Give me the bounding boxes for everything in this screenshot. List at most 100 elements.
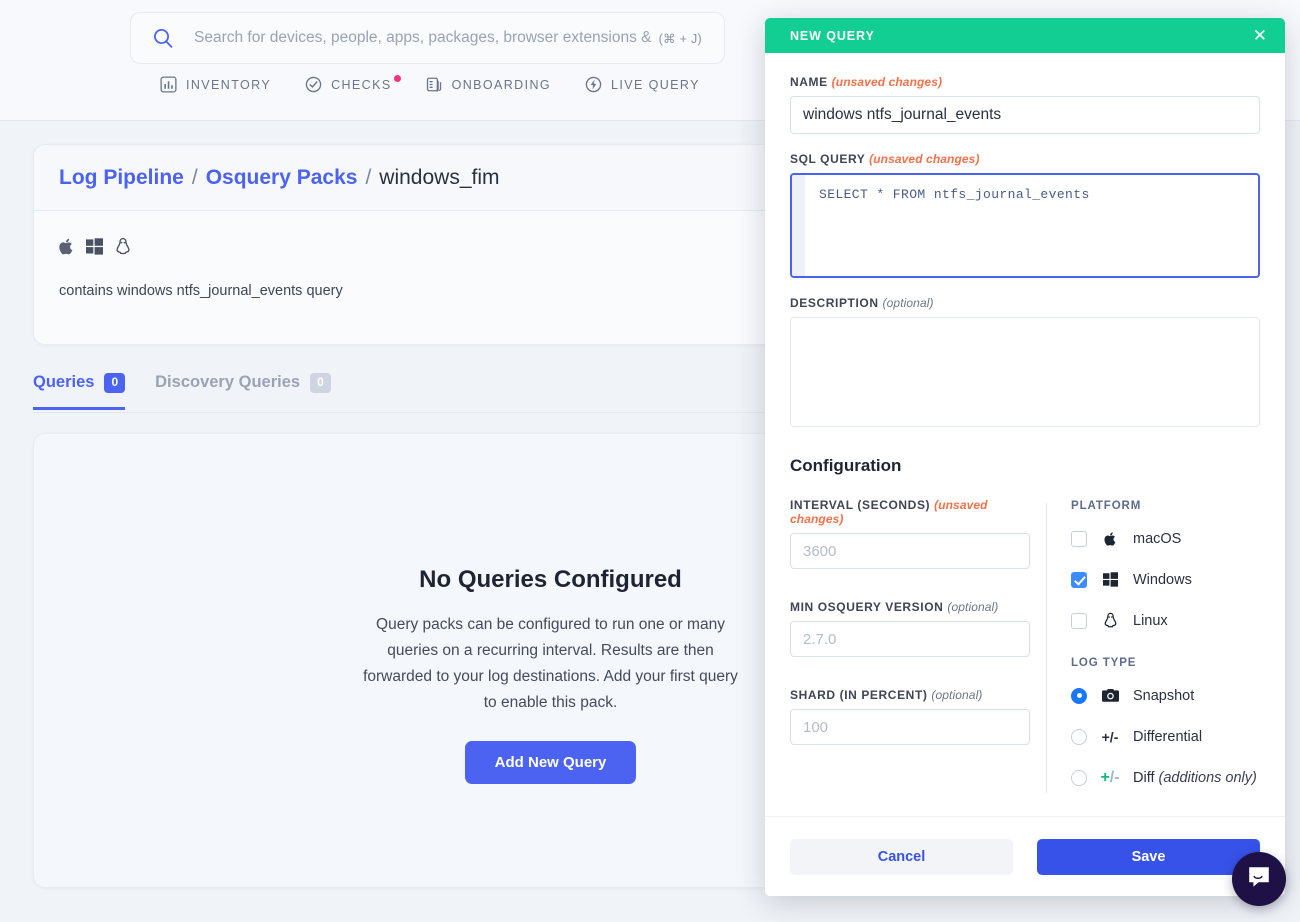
min-osquery-version-input[interactable] (790, 621, 1030, 657)
min-version-optional-note: (optional) (947, 600, 998, 614)
linux-icon (1099, 612, 1121, 629)
interval-label-text: INTERVAL (SECONDS) (790, 498, 930, 512)
close-icon[interactable]: ✕ (1249, 25, 1271, 46)
sql-label-text: SQL QUERY (790, 152, 865, 166)
log-type-option-snapshot[interactable]: Snapshot (1071, 680, 1260, 711)
breadcrumb-current-pack: windows_fim (379, 166, 499, 190)
plus-minus-icon: +/- (1099, 729, 1121, 745)
name-field-label: NAME (unsaved changes) (790, 75, 1260, 89)
plus-minus-green-icon: +/- (1099, 769, 1121, 787)
breadcrumb-separator-2: / (365, 166, 371, 190)
snapshot-option-label: Snapshot (1133, 688, 1194, 704)
empty-state-text: Query packs can be configured to run one… (356, 612, 746, 716)
intercom-chat-icon (1246, 864, 1272, 895)
log-type-option-diff-additions[interactable]: +/- Diff (additions only) (1071, 762, 1260, 793)
diff-additions-option-label: Diff (1133, 770, 1155, 786)
windows-option-label: Windows (1133, 572, 1192, 588)
platform-option-windows[interactable]: Windows (1071, 564, 1260, 595)
sql-query-editor[interactable]: SELECT * FROM ntfs_journal_events (790, 173, 1260, 278)
modal-body: NAME (unsaved changes) SQL QUERY (unsave… (765, 53, 1285, 793)
configuration-left-column: INTERVAL (SECONDS) (unsaved changes) MIN… (790, 498, 1030, 793)
windows-checkbox[interactable] (1071, 572, 1087, 588)
nav-label-checks: CHECKS (331, 78, 392, 92)
camera-icon (1099, 688, 1121, 703)
sql-query-text[interactable]: SELECT * FROM ntfs_journal_events (805, 175, 1258, 276)
tab-discovery-queries[interactable]: Discovery Queries 0 (155, 373, 331, 407)
configuration-right-column: PLATFORM macOS (1071, 498, 1260, 793)
search-icon (151, 26, 175, 50)
tab-queries-count: 0 (104, 373, 125, 393)
modal-title: NEW QUERY (790, 29, 875, 43)
snapshot-radio[interactable] (1071, 688, 1087, 704)
tab-queries-label: Queries (33, 373, 94, 392)
configuration-divider (1046, 503, 1047, 793)
save-button[interactable]: Save (1037, 839, 1260, 875)
tab-queries[interactable]: Queries 0 (33, 373, 125, 410)
modal-footer: Cancel Save (765, 816, 1285, 896)
lightning-icon (585, 76, 602, 93)
query-name-input[interactable] (790, 96, 1260, 134)
tab-discovery-queries-count: 0 (310, 373, 331, 393)
nav-item-checks[interactable]: CHECKS (305, 76, 392, 93)
add-new-query-button[interactable]: Add New Query (465, 741, 637, 784)
apple-icon (59, 237, 74, 256)
nav-label-live-query: LIVE QUERY (611, 78, 700, 92)
sql-field-label: SQL QUERY (unsaved changes) (790, 152, 1260, 166)
differential-radio[interactable] (1071, 729, 1087, 745)
platform-group-label: PLATFORM (1071, 500, 1260, 512)
nav-label-inventory: INVENTORY (186, 78, 271, 92)
windows-icon (1099, 572, 1121, 587)
description-textarea[interactable] (790, 317, 1260, 427)
differential-option-label: Differential (1133, 729, 1202, 745)
interval-input[interactable] (790, 533, 1030, 569)
tab-discovery-queries-label: Discovery Queries (155, 373, 300, 392)
modal-header: NEW QUERY ✕ (765, 18, 1285, 53)
nav-item-onboarding[interactable]: ONBOARDING (426, 76, 551, 93)
check-circle-icon (305, 76, 322, 93)
cancel-button[interactable]: Cancel (790, 839, 1013, 875)
min-version-label: MIN OSQUERY VERSION (optional) (790, 600, 1030, 614)
description-field-label: DESCRIPTION (optional) (790, 296, 1260, 310)
global-search[interactable]: (⌘ + J) (130, 12, 725, 64)
breadcrumb-osquery-packs[interactable]: Osquery Packs (206, 166, 358, 190)
onboarding-icon (426, 76, 443, 93)
shard-label-text: SHARD (IN PERCENT) (790, 688, 927, 702)
min-version-label-text: MIN OSQUERY VERSION (790, 600, 943, 614)
macos-option-label: macOS (1133, 531, 1181, 547)
configuration-grid: INTERVAL (SECONDS) (unsaved changes) MIN… (790, 498, 1260, 793)
nav-item-inventory[interactable]: INVENTORY (160, 76, 271, 93)
nav-item-live-query[interactable]: LIVE QUERY (585, 76, 700, 93)
bar-chart-icon (160, 76, 177, 93)
diff-additions-option-sublabel: (additions only) (1159, 770, 1257, 786)
platform-option-macos[interactable]: macOS (1071, 523, 1260, 554)
linux-checkbox[interactable] (1071, 613, 1087, 629)
interval-field: INTERVAL (SECONDS) (unsaved changes) (790, 498, 1030, 569)
name-label-text: NAME (790, 75, 828, 89)
log-type-group-label: LOG TYPE (1071, 657, 1260, 669)
configuration-heading: Configuration (790, 456, 1260, 476)
macos-checkbox[interactable] (1071, 531, 1087, 547)
search-input[interactable] (192, 28, 659, 48)
shard-label: SHARD (IN PERCENT) (optional) (790, 688, 1030, 702)
shard-input[interactable] (790, 709, 1030, 745)
sql-unsaved-note: (unsaved changes) (869, 152, 979, 166)
diff-additions-radio[interactable] (1071, 770, 1087, 786)
search-shortcut-hint: (⌘ + J) (659, 31, 702, 46)
name-unsaved-note: (unsaved changes) (832, 75, 942, 89)
windows-icon (86, 238, 103, 255)
linux-icon (115, 237, 131, 256)
new-query-modal: NEW QUERY ✕ NAME (unsaved changes) SQL Q… (765, 18, 1285, 896)
sql-editor-gutter (792, 175, 805, 276)
linux-option-label: Linux (1133, 613, 1168, 629)
interval-label: INTERVAL (SECONDS) (unsaved changes) (790, 498, 1030, 526)
shard-optional-note: (optional) (931, 688, 982, 702)
primary-nav: INVENTORY CHECKS (160, 76, 700, 93)
apple-icon (1099, 531, 1121, 547)
breadcrumb-separator-1: / (192, 166, 198, 190)
platform-option-linux[interactable]: Linux (1071, 605, 1260, 636)
breadcrumb-log-pipeline[interactable]: Log Pipeline (59, 166, 184, 190)
description-label-text: DESCRIPTION (790, 296, 879, 310)
intercom-launcher[interactable] (1232, 852, 1286, 906)
nav-label-onboarding: ONBOARDING (452, 78, 551, 92)
log-type-option-differential[interactable]: +/- Differential (1071, 721, 1260, 752)
